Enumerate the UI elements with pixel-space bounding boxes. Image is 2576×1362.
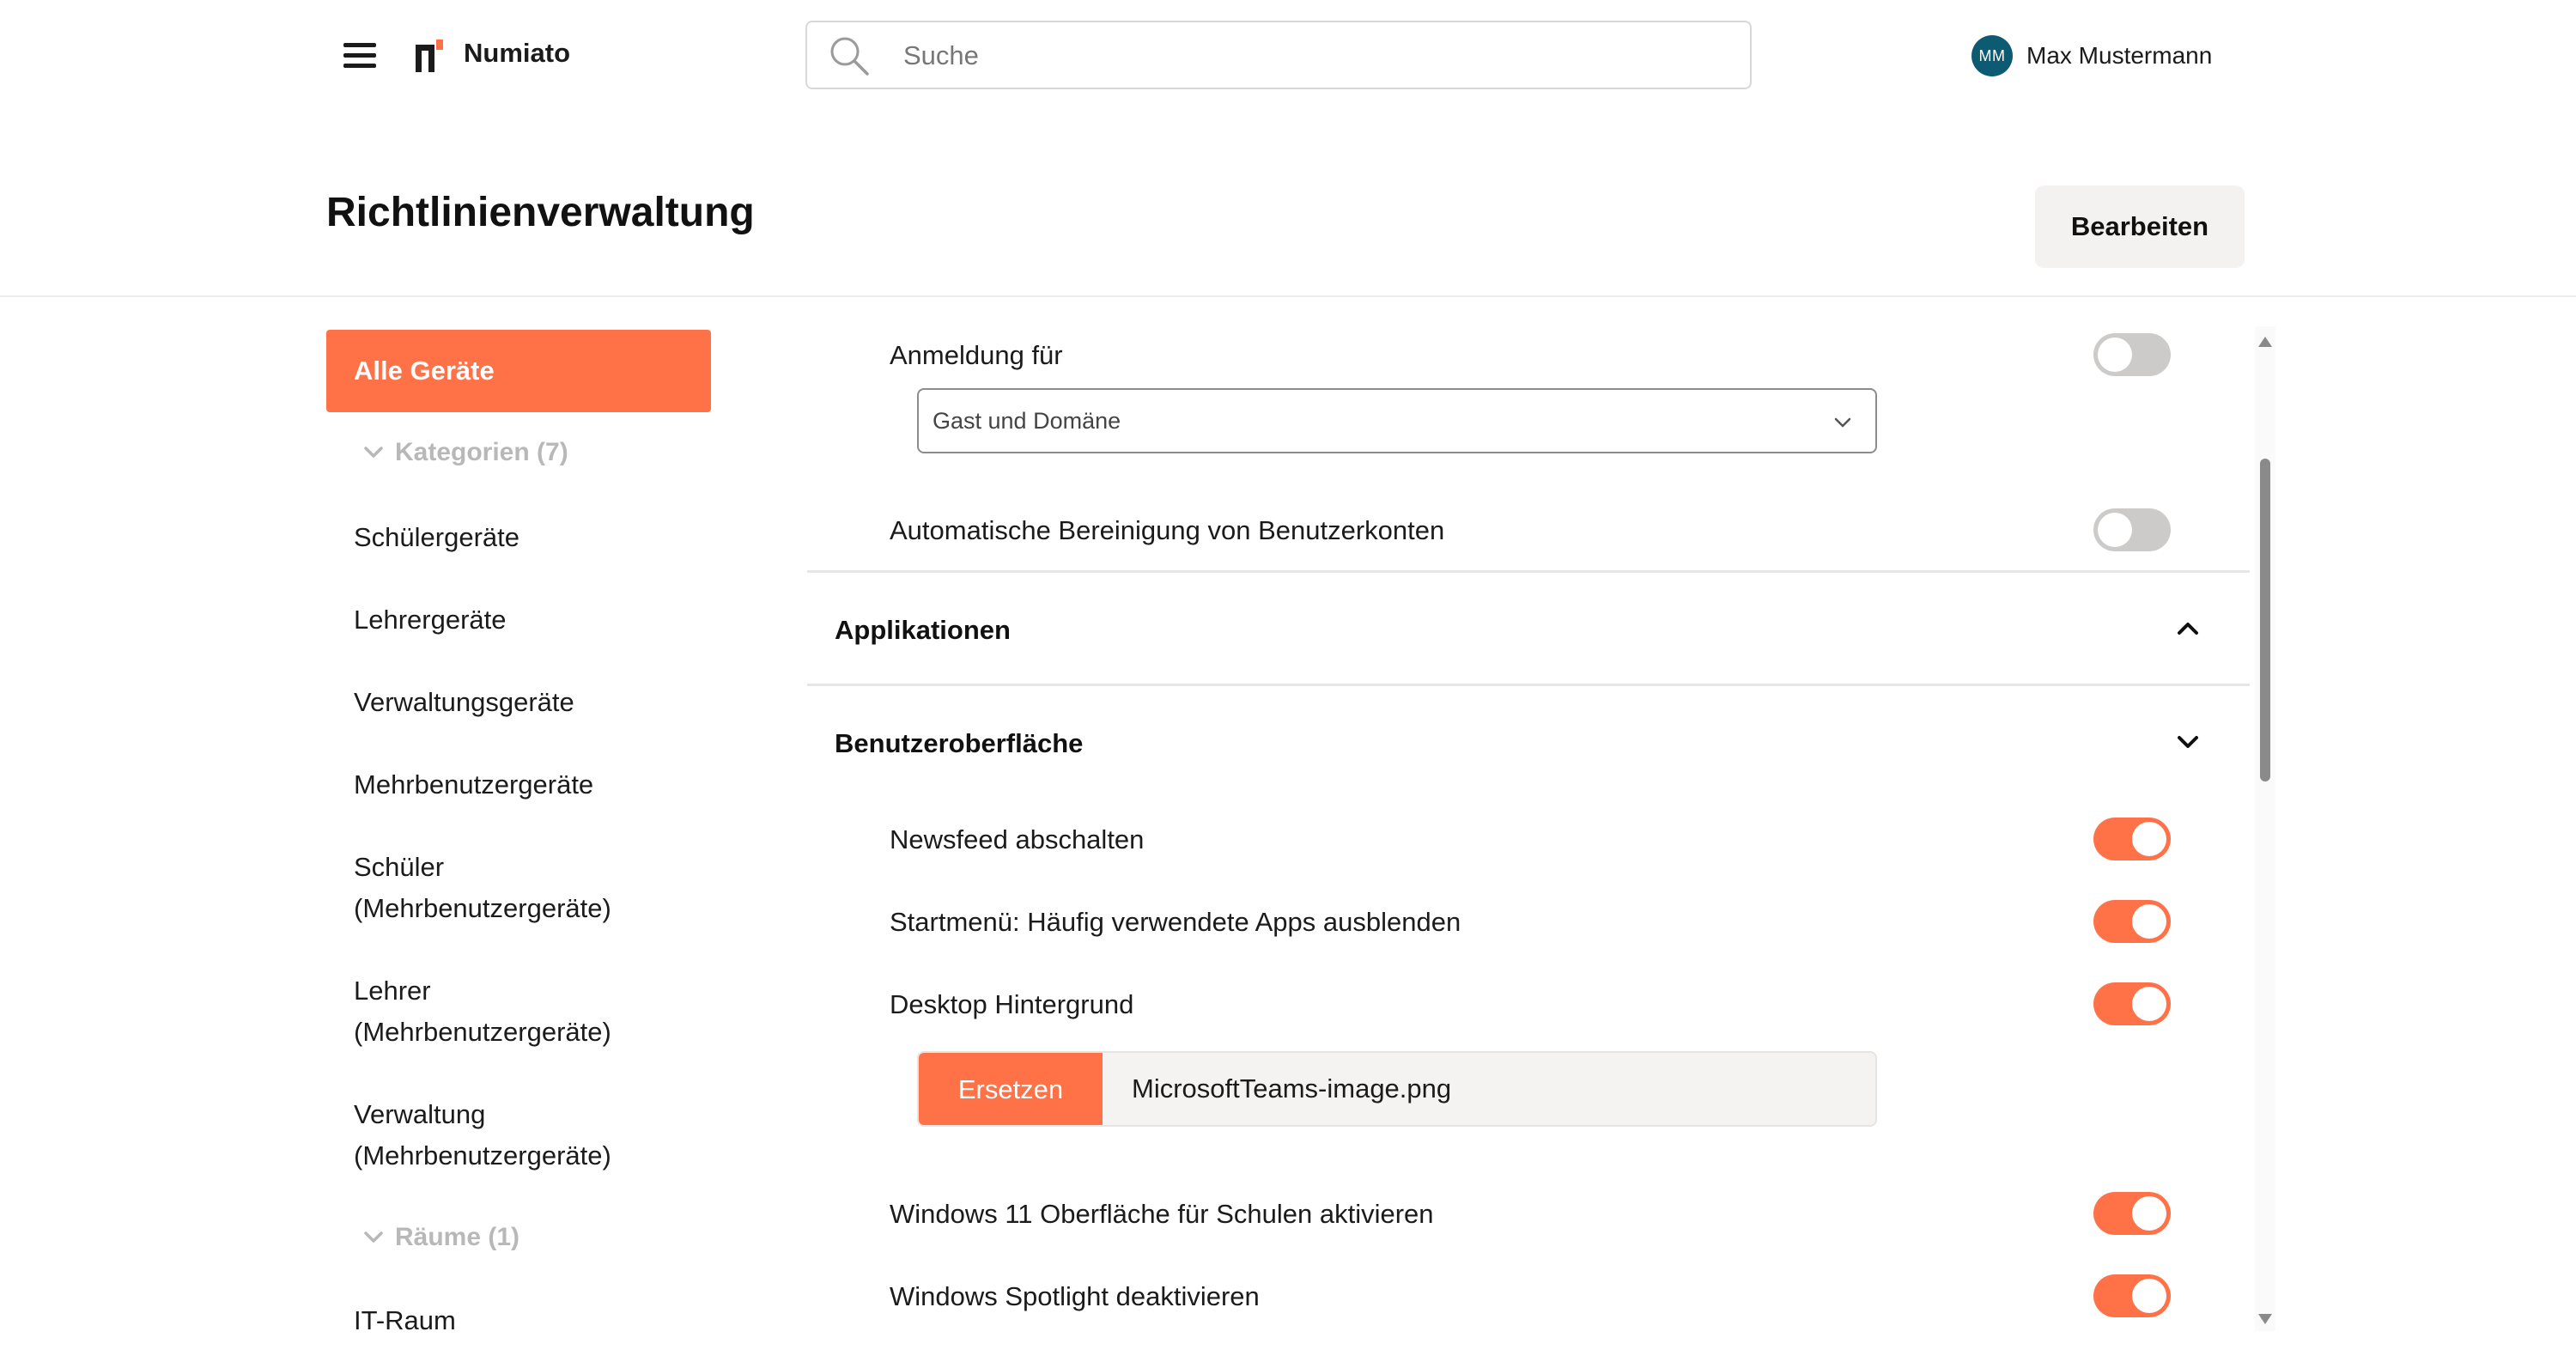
sidebar-item-admin-devices[interactable]: Verwaltungsgeräte [354,682,714,723]
startmenu-toggle[interactable] [2093,900,2171,943]
sidebar-item-sublabel: (Mehrbenutzergeräte) [354,1017,611,1047]
sidebar-item-it-room[interactable]: IT-Raum [354,1300,714,1341]
section-divider [807,684,2250,686]
group-header-rooms[interactable]: Räume (1) [361,1223,519,1252]
group-header-categories[interactable]: Kategorien (7) [361,438,568,467]
sidebar-item-sublabel: (Mehrbenutzergeräte) [354,893,611,923]
cleanup-label: Automatische Bereinigung von Benutzerkon… [890,515,1445,545]
chevron-down-icon [1834,417,1851,428]
login-for-toggle[interactable] [2093,333,2171,376]
spotlight-label: Windows Spotlight deaktivieren [890,1281,1260,1311]
file-upload-field: Ersetzen MicrosoftTeams-image.png [917,1051,1877,1127]
sidebar-item-students-multiuser[interactable]: Schüler (Mehrbenutzergeräte) [354,847,714,929]
numiato-logo [416,40,443,72]
sidebar-item-teachers-multiuser[interactable]: Lehrer (Mehrbenutzergeräte) [354,970,714,1053]
section-title-user-interface[interactable]: Benutzeroberfläche [835,728,1083,759]
search-input[interactable] [903,36,1728,76]
page-title: Richtlinienverwaltung [326,190,755,235]
avatar: MM [1971,35,2013,76]
chevron-down-icon [364,1231,383,1243]
cleanup-toggle[interactable] [2093,508,2171,551]
sidebar-item-admin-multiuser[interactable]: Verwaltung (Mehrbenutzergeräte) [354,1094,714,1177]
brand-name: Numiato [464,38,570,68]
section-divider [807,570,2250,573]
sidebar-item-sublabel: (Mehrbenutzergeräte) [354,1140,611,1170]
sidebar-item-teacher-devices[interactable]: Lehrergeräte [354,599,714,641]
chevron-down-icon[interactable] [2172,727,2203,757]
sidebar-item-label: Schüler [354,852,445,882]
scroll-down-arrow[interactable] [2257,1312,2274,1326]
file-name: MicrosoftTeams-image.png [1132,1073,1452,1104]
header-divider [0,295,2576,297]
section-title-applications[interactable]: Applikationen [835,615,1011,646]
spotlight-toggle[interactable] [2093,1274,2171,1317]
startmenu-label: Startmenü: Häufig verwendete Apps ausble… [890,907,1461,937]
windows11-toggle[interactable] [2093,1192,2171,1235]
sidebar-item-student-devices[interactable]: Schülergeräte [354,517,714,558]
sidebar-item-multiuser-devices[interactable]: Mehrbenutzergeräte [354,764,714,806]
search-icon [830,37,869,76]
sidebar-item-label: IT-Raum [354,1305,456,1335]
user-name: Max Mustermann [2026,42,2213,69]
newsfeed-toggle[interactable] [2093,818,2171,860]
chevron-down-icon [364,447,383,458]
login-for-label: Anmeldung für [890,340,1063,370]
scroll-up-arrow[interactable] [2257,335,2274,349]
sidebar-item-label: Lehrergeräte [354,605,507,635]
desktop-background-toggle[interactable] [2093,982,2171,1025]
scrollbar-thumb[interactable] [2260,459,2270,781]
desktop-background-label: Desktop Hintergrund [890,989,1134,1019]
login-for-select[interactable]: Gast und Domäne [917,388,1877,453]
group-label-rooms: Räume (1) [395,1223,520,1251]
sidebar-item-label: Verwaltungsgeräte [354,687,574,717]
search-box[interactable] [805,21,1752,89]
group-label-categories: Kategorien (7) [395,438,568,466]
replace-button[interactable]: Ersetzen [919,1053,1103,1125]
user-menu[interactable]: MM Max Mustermann [1971,34,2212,77]
sidebar-item-label: Schülergeräte [354,522,520,552]
menu-icon[interactable] [343,41,378,70]
newsfeed-label: Newsfeed abschalten [890,824,1145,854]
sidebar-item-label: Lehrer [354,976,431,1006]
edit-button[interactable]: Bearbeiten [2035,185,2245,268]
sidebar-item-label: Mehrbenutzergeräte [354,769,594,800]
sidebar-item-label: Verwaltung [354,1099,486,1129]
chevron-up-icon[interactable] [2172,613,2203,644]
windows11-label: Windows 11 Oberfläche für Schulen aktivi… [890,1199,1434,1229]
select-value: Gast und Domäne [933,408,1121,434]
top-bar: Numiato MM Max Mustermann [0,0,2576,112]
sidebar-item-all-devices[interactable]: Alle Geräte [326,330,711,412]
